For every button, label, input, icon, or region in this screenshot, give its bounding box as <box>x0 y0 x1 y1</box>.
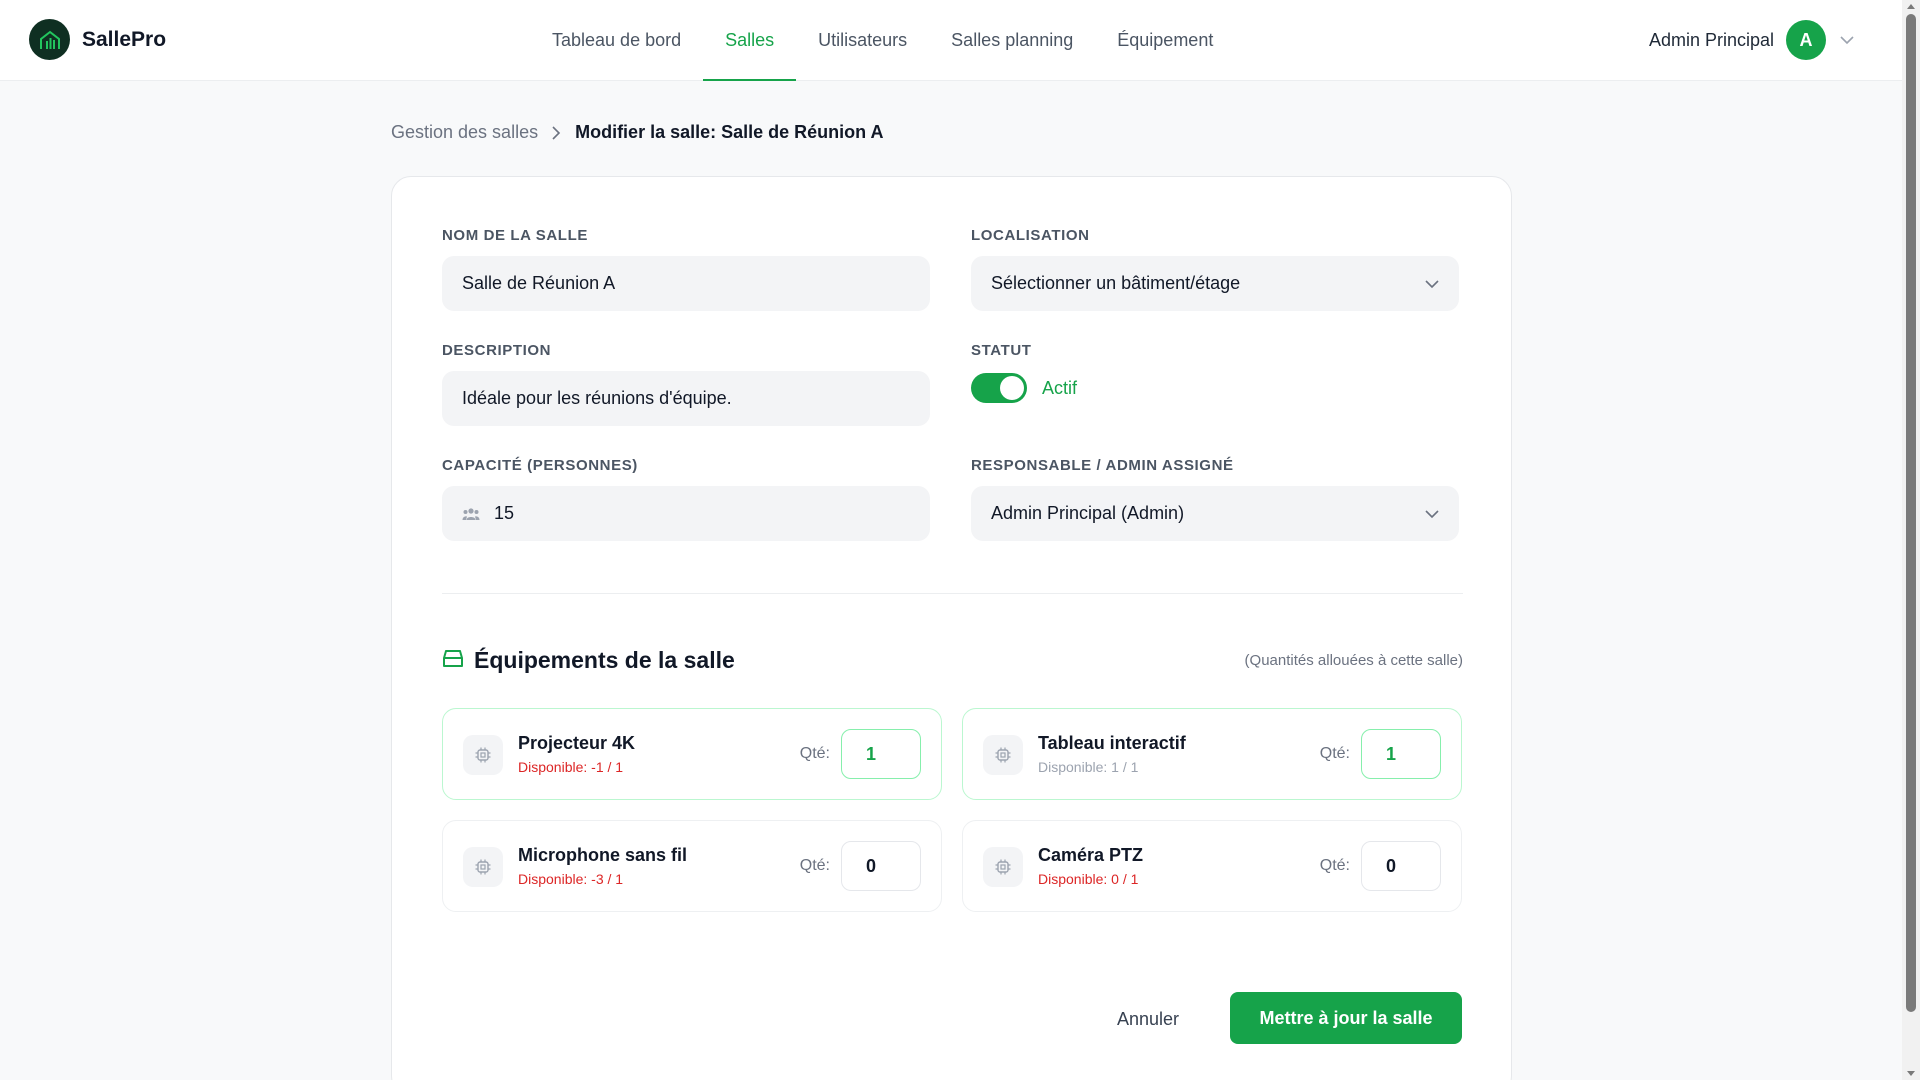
qty-label: Qté: <box>1319 857 1350 874</box>
user-menu[interactable]: Admin Principal A <box>1649 20 1854 60</box>
nav-equipement[interactable]: Équipement <box>1095 0 1235 81</box>
qty-input[interactable]: 0 <box>841 841 921 891</box>
users-icon <box>462 507 480 521</box>
qty-input[interactable]: 1 <box>841 729 921 779</box>
description-label: Description <box>442 342 552 359</box>
capacity-value: 15 <box>494 503 515 523</box>
field-capacity: Capacité (personnes) 15 <box>442 457 930 541</box>
status-label: Statut <box>971 342 1032 359</box>
room-name-value: Salle de Réunion A <box>462 273 616 293</box>
room-name-label: Nom de la salle <box>442 227 588 244</box>
manager-label: Responsable / Admin assigné <box>971 457 1234 474</box>
app-logo[interactable]: SallePro <box>29 19 166 60</box>
field-room-name: Nom de la salle Salle de Réunion A <box>442 227 930 311</box>
equipment-name: Microphone sans fil <box>518 845 688 865</box>
equipment-title-wrap: Équipements de la salle <box>442 647 735 674</box>
location-select[interactable]: Sélectionner un bâtiment/étage <box>971 256 1459 311</box>
equipment-name: Tableau interactif <box>1038 733 1186 753</box>
chip-icon <box>463 735 503 775</box>
field-location: Localisation Sélectionner un bâtiment/ét… <box>971 227 1459 311</box>
equipment-availability: Disponible: 0 / 1 <box>1038 871 1139 887</box>
breadcrumb: Gestion des salles Modifier la salle: Sa… <box>391 122 883 143</box>
user-name: Admin Principal <box>1648 29 1774 50</box>
chip-icon <box>463 847 503 887</box>
manager-value: Admin Principal (Admin) <box>991 503 1185 523</box>
room-name-input[interactable]: Salle de Réunion A <box>442 256 930 311</box>
location-label: Localisation <box>971 227 1090 244</box>
equipment-card-microphone: Microphone sans fil Disponible: -3 / 1 Q… <box>442 820 942 912</box>
equipment-card-camera: Caméra PTZ Disponible: 0 / 1 Qté: 0 <box>962 820 1462 912</box>
equipment-availability: Disponible: -1 / 1 <box>518 759 624 775</box>
main-nav: Tableau de bord Salles Utilisateurs Sall… <box>530 0 1235 81</box>
cancel-button[interactable]: Annuler <box>1092 993 1204 1045</box>
equipment-title: Équipements de la salle <box>474 647 735 673</box>
description-value: Idéale pour les réunions d'équipe. <box>462 388 732 408</box>
qty-input[interactable]: 1 <box>1361 729 1441 779</box>
equipment-note: (Quantités allouées à cette salle) <box>1244 652 1463 669</box>
equipment-name: Caméra PTZ <box>1038 845 1144 865</box>
description-input[interactable]: Idéale pour les réunions d'équipe. <box>442 371 930 426</box>
breadcrumb-current: Modifier la salle: Salle de Réunion A <box>575 122 884 142</box>
equipment-availability: Disponible: -3 / 1 <box>518 871 624 887</box>
toggle-knob <box>1000 376 1024 400</box>
chip-icon <box>983 847 1023 887</box>
field-description: Description Idéale pour les réunions d'é… <box>442 342 930 426</box>
scroll-up-icon[interactable] <box>1907 4 1915 9</box>
update-room-button[interactable]: Mettre à jour la salle <box>1230 992 1462 1044</box>
equipment-header: Équipements de la salle (Quantités allou… <box>442 647 1463 674</box>
qty-input[interactable]: 0 <box>1361 841 1441 891</box>
inbox-icon <box>442 647 464 674</box>
equipment-card-tableau: Tableau interactif Disponible: 1 / 1 Qté… <box>962 708 1462 800</box>
scroll-down-icon[interactable] <box>1907 1071 1915 1076</box>
nav-utilisateurs[interactable]: Utilisateurs <box>796 0 929 81</box>
manager-select[interactable]: Admin Principal (Admin) <box>971 486 1459 541</box>
equipment-name: Projecteur 4K <box>518 733 636 753</box>
section-divider <box>442 593 1463 594</box>
location-value: Sélectionner un bâtiment/étage <box>991 273 1241 293</box>
equipment-card-projecteur: Projecteur 4K Disponible: -1 / 1 Qté: 1 <box>442 708 942 800</box>
building-chart-icon <box>29 19 70 60</box>
status-value: Actif <box>1042 377 1078 398</box>
qty-label: Qté: <box>799 857 830 874</box>
chevron-down-icon <box>1425 503 1439 524</box>
page-scrollbar[interactable] <box>1902 0 1920 1080</box>
scroll-thumb[interactable] <box>1906 14 1916 1012</box>
nav-salles[interactable]: Salles <box>703 0 797 81</box>
nav-salles-planning[interactable]: Salles planning <box>929 0 1095 81</box>
chevron-down-icon <box>1840 33 1854 47</box>
status-toggle[interactable] <box>971 373 1027 403</box>
capacity-input[interactable]: 15 <box>442 486 930 541</box>
qty-label: Qté: <box>799 745 830 762</box>
chip-icon <box>983 735 1023 775</box>
field-manager: Responsable / Admin assigné Admin Princi… <box>971 457 1459 541</box>
qty-label: Qté: <box>1319 745 1350 762</box>
app-name: SallePro <box>82 27 167 51</box>
edit-room-card: Nom de la salle Salle de Réunion A Local… <box>391 176 1512 1080</box>
breadcrumb-parent[interactable]: Gestion des salles <box>391 122 538 143</box>
equipment-availability: Disponible: 1 / 1 <box>1038 759 1139 775</box>
nav-tableau-de-bord[interactable]: Tableau de bord <box>530 0 703 81</box>
field-status: Statut Actif <box>971 342 1459 403</box>
status-toggle-row: Actif <box>971 373 1459 403</box>
avatar: A <box>1786 20 1826 60</box>
top-header: SallePro Tableau de bord Salles Utilisat… <box>0 0 1902 81</box>
capacity-label: Capacité (personnes) <box>442 457 638 474</box>
chevron-down-icon <box>1425 273 1439 294</box>
chevron-right-icon <box>552 125 561 140</box>
